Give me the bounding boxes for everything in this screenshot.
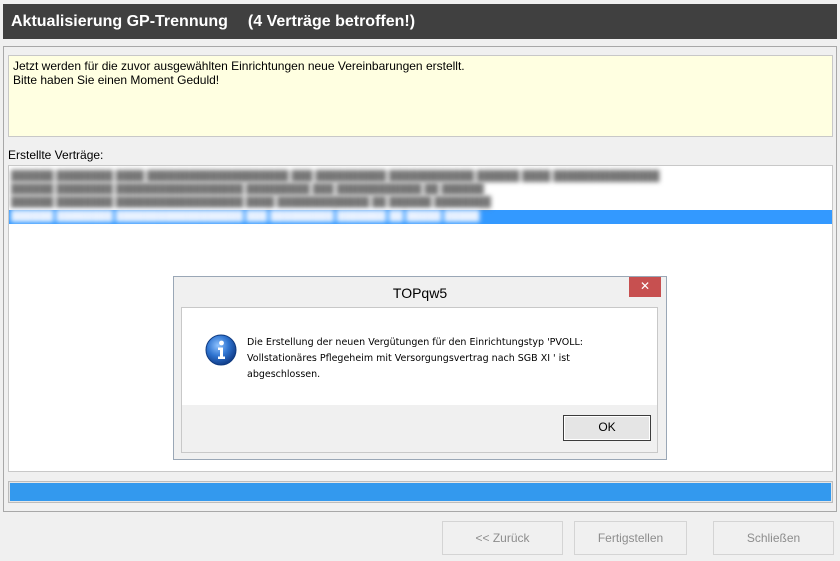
list-label: Erstellte Verträge: — [8, 148, 104, 162]
message-line-1: Jetzt werden für die zuvor ausgewählten … — [13, 59, 465, 73]
window-header: Aktualisierung GP-Trennung (4 Verträge be… — [3, 4, 837, 39]
list-item[interactable]: ██████ ████████ ████ ███████████████████… — [9, 170, 832, 183]
dialog-close-button[interactable]: ✕ — [629, 277, 661, 297]
dialog-message-line-1: Die Erstellung der neuen Vergütungen für… — [247, 337, 584, 348]
dialog-body: Die Erstellung der neuen Vergütungen für… — [181, 307, 658, 453]
dialog-message-line-2: Vollstationäres Pflegeheim mit Versorgun… — [247, 353, 570, 364]
window-subtitle: (4 Verträge betroffen!) — [247, 13, 416, 30]
ok-button[interactable]: OK — [563, 415, 651, 441]
message-dialog: TOPqw5 ✕ Die Erstellung der neuen Vergüt… — [173, 276, 667, 460]
dialog-message-line-3: abgeschlossen. — [247, 369, 321, 380]
list-item[interactable]: ██████ ████████ ██████████████████ ████ … — [9, 196, 832, 209]
message-line-2: Bitte haben Sie einen Moment Geduld! — [13, 73, 220, 87]
dialog-content: Die Erstellung der neuen Vergütungen für… — [182, 308, 657, 404]
list-item[interactable]: ██████ ████████ ██████████████████ █████… — [9, 183, 832, 196]
list-item-selected[interactable]: ██████ ████████ ██████████████████ ███ █… — [9, 210, 832, 224]
dialog-footer: OK — [182, 405, 657, 452]
back-button[interactable]: << Zurück — [442, 521, 563, 555]
window-title: Aktualisierung GP-Trennung — [11, 13, 228, 30]
dialog-title: TOPqw5 — [392, 285, 448, 301]
info-message-box: Jetzt werden für die zuvor ausgewählten … — [8, 55, 833, 137]
progress-fill — [10, 483, 831, 501]
close-button[interactable]: Schließen — [713, 521, 834, 555]
finish-button[interactable]: Fertigstellen — [574, 521, 687, 555]
progress-bar — [8, 481, 833, 503]
info-icon — [205, 334, 237, 366]
dialog-message: Die Erstellung der neuen Vergütungen für… — [247, 335, 647, 383]
